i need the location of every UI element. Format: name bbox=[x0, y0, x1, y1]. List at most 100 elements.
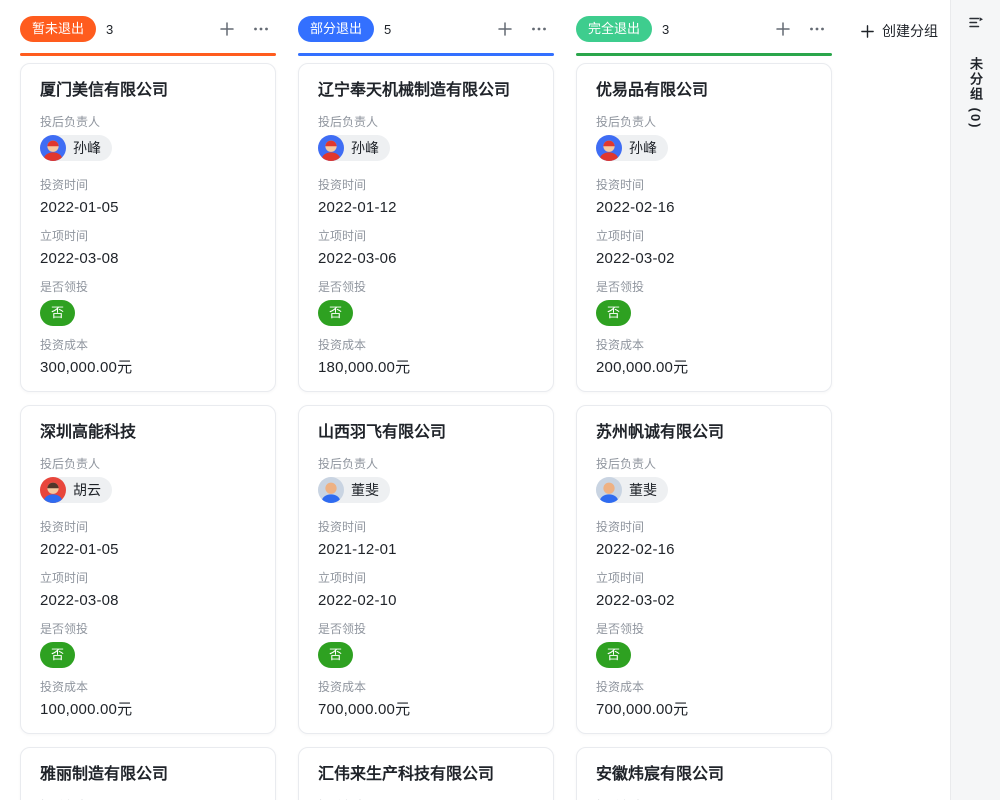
avatar bbox=[318, 477, 344, 503]
record-card[interactable]: 厦门美信有限公司 投后负责人 孙峰 投资时间 2022-01-05 立项时间 bbox=[20, 63, 276, 392]
owner-chip[interactable]: 胡云 bbox=[40, 477, 112, 503]
more-icon[interactable] bbox=[530, 20, 548, 38]
field-label: 是否领投 bbox=[596, 621, 812, 638]
field-label: 投资成本 bbox=[40, 337, 256, 354]
field-value: 2022-03-02 bbox=[596, 591, 812, 610]
field-value: 2022-02-10 bbox=[318, 591, 534, 610]
field-invest-time: 投资时间 2022-01-05 bbox=[40, 177, 256, 217]
lead-badge: 否 bbox=[40, 300, 75, 326]
group-tag[interactable]: 暂未退出 bbox=[20, 16, 96, 42]
plus-icon[interactable] bbox=[218, 20, 236, 38]
owner-chip[interactable]: 董斐 bbox=[318, 477, 390, 503]
field-label: 投资成本 bbox=[318, 337, 534, 354]
field-project-time: 立项时间 2022-03-02 bbox=[596, 228, 812, 268]
card-title: 深圳高能科技 bbox=[40, 423, 256, 442]
field-value: 300,000.00元 bbox=[40, 358, 256, 377]
field-value: 2022-02-16 bbox=[596, 540, 812, 559]
field-label: 立项时间 bbox=[318, 570, 534, 587]
owner-name: 孙峰 bbox=[351, 138, 379, 158]
field-lead: 是否领投 否 bbox=[318, 621, 534, 668]
owner-chip[interactable]: 孙峰 bbox=[318, 135, 390, 161]
card-title: 优易品有限公司 bbox=[596, 81, 812, 100]
field-owner: 投后负责人 董斐 bbox=[318, 456, 534, 508]
record-card[interactable]: 苏州帆诚有限公司 投后负责人 董斐 投资时间 2022-02-16 立项时间 bbox=[576, 405, 832, 734]
field-invest-time: 投资时间 2022-01-05 bbox=[40, 519, 256, 559]
field-label: 是否领投 bbox=[318, 621, 534, 638]
field-label: 投资时间 bbox=[318, 519, 534, 536]
column-header: 完全退出 3 bbox=[576, 16, 832, 42]
field-value: 100,000.00元 bbox=[40, 700, 256, 719]
group-tag[interactable]: 完全退出 bbox=[576, 16, 652, 42]
plus-icon[interactable] bbox=[496, 20, 514, 38]
record-card[interactable]: 汇伟来生产科技有限公司 投后负责人 bbox=[298, 747, 554, 800]
field-cost: 投资成本 700,000.00元 bbox=[596, 679, 812, 719]
card-list: 辽宁奉天机械制造有限公司 投后负责人 孙峰 投资时间 2022-01-12 立项 bbox=[298, 63, 554, 800]
more-icon[interactable] bbox=[252, 20, 270, 38]
column-actions bbox=[496, 20, 554, 38]
collapsed-group-panel: 未分组 (0) bbox=[950, 0, 1000, 800]
field-label: 投后负责人 bbox=[40, 456, 256, 473]
field-project-time: 立项时间 2022-03-02 bbox=[596, 570, 812, 610]
field-lead: 是否领投 否 bbox=[596, 621, 812, 668]
ungrouped-label[interactable]: 未分组 (0) bbox=[966, 57, 985, 130]
field-value: 180,000.00元 bbox=[318, 358, 534, 377]
avatar bbox=[318, 135, 344, 161]
column-header: 部分退出 5 bbox=[298, 16, 554, 42]
field-owner: 投后负责人 董斐 bbox=[596, 456, 812, 508]
owner-name: 董斐 bbox=[351, 480, 379, 500]
field-owner: 投后负责人 胡云 bbox=[40, 456, 256, 508]
field-label: 投资成本 bbox=[40, 679, 256, 696]
group-tag[interactable]: 部分退出 bbox=[298, 16, 374, 42]
owner-chip[interactable]: 董斐 bbox=[596, 477, 668, 503]
more-icon[interactable] bbox=[808, 20, 826, 38]
field-invest-time: 投资时间 2022-01-12 bbox=[318, 177, 534, 217]
field-value: 2022-03-02 bbox=[596, 249, 812, 268]
field-cost: 投资成本 180,000.00元 bbox=[318, 337, 534, 377]
collapse-panel-icon[interactable] bbox=[967, 14, 984, 31]
create-group-label: 创建分组 bbox=[882, 21, 938, 41]
card-title: 山西羽飞有限公司 bbox=[318, 423, 534, 442]
lead-badge: 否 bbox=[596, 642, 631, 668]
create-group-button[interactable]: 创建分组 bbox=[858, 21, 938, 41]
field-owner: 投后负责人 孙峰 bbox=[596, 114, 812, 166]
card-title: 厦门美信有限公司 bbox=[40, 81, 256, 100]
field-cost: 投资成本 300,000.00元 bbox=[40, 337, 256, 377]
field-owner: 投后负责人 孙峰 bbox=[318, 114, 534, 166]
card-title: 辽宁奉天机械制造有限公司 bbox=[318, 81, 534, 100]
owner-chip[interactable]: 孙峰 bbox=[40, 135, 112, 161]
field-value: 2022-01-12 bbox=[318, 198, 534, 217]
record-card[interactable]: 辽宁奉天机械制造有限公司 投后负责人 孙峰 投资时间 2022-01-12 立项 bbox=[298, 63, 554, 392]
field-label: 投资成本 bbox=[318, 679, 534, 696]
plus-icon[interactable] bbox=[774, 20, 792, 38]
kanban-board: 暂未退出 3 厦门美信有限公司 投后负责人 bbox=[20, 16, 854, 800]
kanban-column-1: 暂未退出 3 厦门美信有限公司 投后负责人 bbox=[20, 16, 276, 800]
group-color-line bbox=[20, 53, 276, 56]
field-value: 2022-02-16 bbox=[596, 198, 812, 217]
card-list: 厦门美信有限公司 投后负责人 孙峰 投资时间 2022-01-05 立项时间 bbox=[20, 63, 276, 800]
lead-badge: 否 bbox=[596, 300, 631, 326]
field-label: 立项时间 bbox=[596, 228, 812, 245]
field-cost: 投资成本 700,000.00元 bbox=[318, 679, 534, 719]
record-card[interactable]: 雅丽制造有限公司 投后负责人 bbox=[20, 747, 276, 800]
owner-chip[interactable]: 孙峰 bbox=[596, 135, 668, 161]
field-label: 立项时间 bbox=[318, 228, 534, 245]
field-value: 2022-03-08 bbox=[40, 249, 256, 268]
field-label: 立项时间 bbox=[596, 570, 812, 587]
field-label: 投资时间 bbox=[40, 519, 256, 536]
field-project-time: 立项时间 2022-03-08 bbox=[40, 228, 256, 268]
field-cost: 投资成本 100,000.00元 bbox=[40, 679, 256, 719]
card-list: 优易品有限公司 投后负责人 孙峰 投资时间 2022-02-16 立项时间 bbox=[576, 63, 832, 800]
field-value: 2022-01-05 bbox=[40, 198, 256, 217]
field-label: 投后负责人 bbox=[40, 114, 256, 131]
column-header: 暂未退出 3 bbox=[20, 16, 276, 42]
field-label: 立项时间 bbox=[40, 570, 256, 587]
field-value: 2021-12-01 bbox=[318, 540, 534, 559]
field-invest-time: 投资时间 2021-12-01 bbox=[318, 519, 534, 559]
card-title: 苏州帆诚有限公司 bbox=[596, 423, 812, 442]
record-card[interactable]: 优易品有限公司 投后负责人 孙峰 投资时间 2022-02-16 立项时间 bbox=[576, 63, 832, 392]
field-project-time: 立项时间 2022-03-06 bbox=[318, 228, 534, 268]
avatar bbox=[40, 477, 66, 503]
record-card[interactable]: 安徽炜宸有限公司 投后负责人 bbox=[576, 747, 832, 800]
record-card[interactable]: 深圳高能科技 投后负责人 胡云 投资时间 2022-01-05 立项时间 bbox=[20, 405, 276, 734]
record-card[interactable]: 山西羽飞有限公司 投后负责人 董斐 投资时间 2021-12-01 立项时间 bbox=[298, 405, 554, 734]
